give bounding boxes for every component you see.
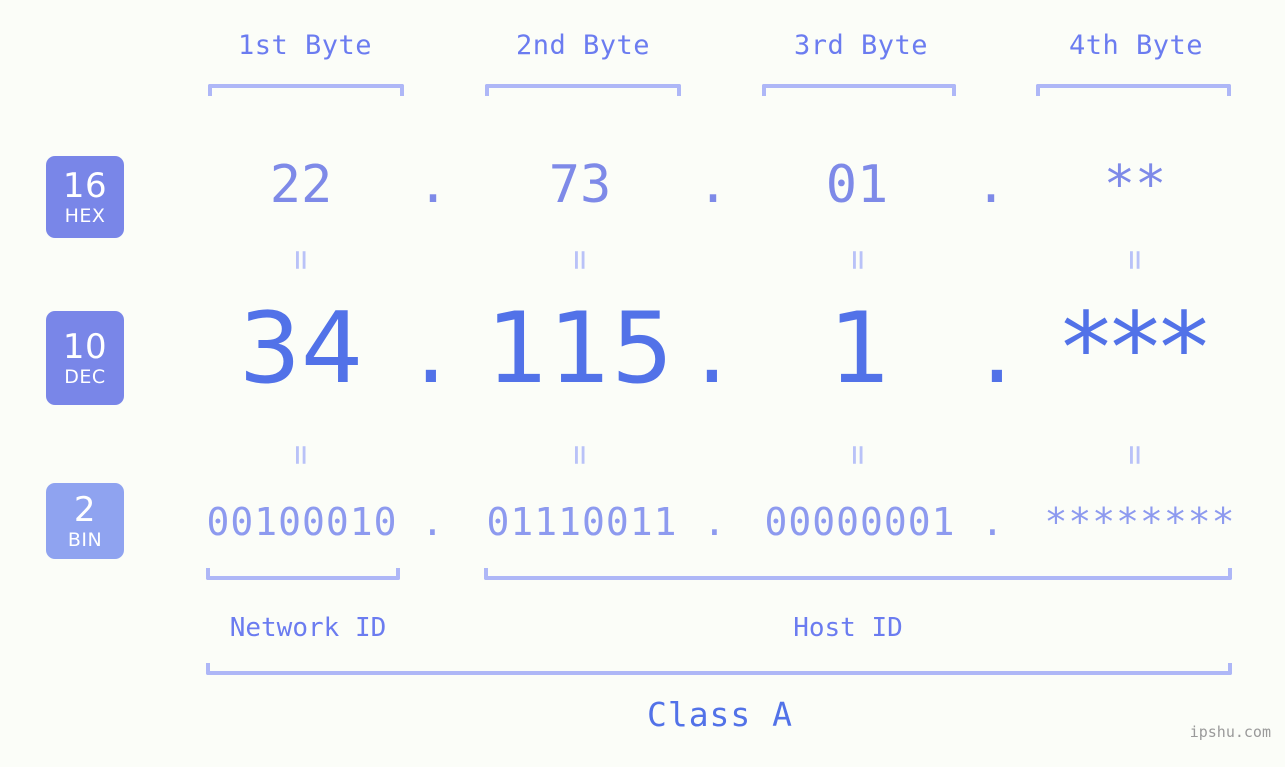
- byte-header-3-label: 3rd Byte: [793, 30, 929, 61]
- equality-mark-hex-dec-3: =: [838, 249, 878, 271]
- bin-value-row: 00100010 . 01110011 . 00000001 . *******…: [0, 500, 1285, 556]
- byte-bracket-4: [1036, 84, 1231, 96]
- bin-octet-2: 01110011: [486, 500, 678, 544]
- host-id-bracket: [484, 568, 1232, 580]
- byte-bracket-3: [762, 84, 956, 96]
- network-id-bracket: [206, 568, 400, 580]
- byte-header-2-label: 2nd Byte: [515, 30, 651, 61]
- equality-mark-hex-dec-1: =: [281, 249, 321, 271]
- equality-mark-dec-bin-2: =: [560, 444, 600, 466]
- bin-octet-3: 00000001: [764, 500, 956, 544]
- bin-separator-2: .: [703, 500, 727, 544]
- bin-octet-1: 00100010: [206, 500, 398, 544]
- equality-mark-hex-dec-2: =: [560, 249, 600, 271]
- equality-mark-dec-bin-4: =: [1115, 444, 1155, 466]
- byte-header-4-label: 4th Byte: [1068, 30, 1204, 61]
- byte-header-3: 3rd Byte: [761, 30, 961, 61]
- equality-mark-dec-bin-3: =: [838, 444, 878, 466]
- hex-value-row: 22 . 73 . 01 . **: [0, 155, 1285, 225]
- class-label: Class A: [646, 695, 794, 734]
- bin-octet-4: ********: [1044, 500, 1236, 544]
- host-id-label: Host ID: [793, 613, 903, 643]
- hex-octet-1: 22: [269, 155, 333, 215]
- bin-separator-3: .: [981, 500, 1005, 544]
- byte-header-1: 1st Byte: [205, 30, 405, 61]
- equality-mark-dec-bin-1: =: [281, 444, 321, 466]
- hex-octet-3: 01: [825, 155, 889, 215]
- network-id-label: Network ID: [229, 613, 387, 643]
- dec-octet-2: 115: [486, 292, 674, 406]
- byte-bracket-2: [485, 84, 681, 96]
- site-watermark: ipshu.com: [1189, 723, 1271, 741]
- dec-separator-1: .: [415, 292, 447, 406]
- ip-breakdown-diagram: 1st Byte 2nd Byte 3rd Byte 4th Byte 16 H…: [0, 0, 1285, 767]
- byte-bracket-1: [208, 84, 404, 96]
- hex-octet-2: 73: [548, 155, 612, 215]
- hex-octet-4: **: [1103, 155, 1167, 215]
- byte-header-4: 4th Byte: [1036, 30, 1236, 61]
- equality-mark-hex-dec-4: =: [1115, 249, 1155, 271]
- hex-separator-1: .: [417, 155, 449, 215]
- dec-octet-1: 34: [238, 292, 364, 406]
- dec-separator-3: .: [981, 292, 1013, 406]
- dec-octet-4: ***: [1061, 292, 1209, 406]
- byte-header-1-label: 1st Byte: [237, 30, 373, 61]
- hex-separator-2: .: [697, 155, 729, 215]
- dec-octet-3: 1: [828, 292, 892, 406]
- bin-separator-1: .: [421, 500, 445, 544]
- hex-separator-3: .: [975, 155, 1007, 215]
- dec-separator-2: .: [696, 292, 728, 406]
- byte-header-2: 2nd Byte: [483, 30, 683, 61]
- class-bracket: [206, 663, 1232, 675]
- dec-value-row: 34 . 115 . 1 . ***: [0, 300, 1285, 420]
